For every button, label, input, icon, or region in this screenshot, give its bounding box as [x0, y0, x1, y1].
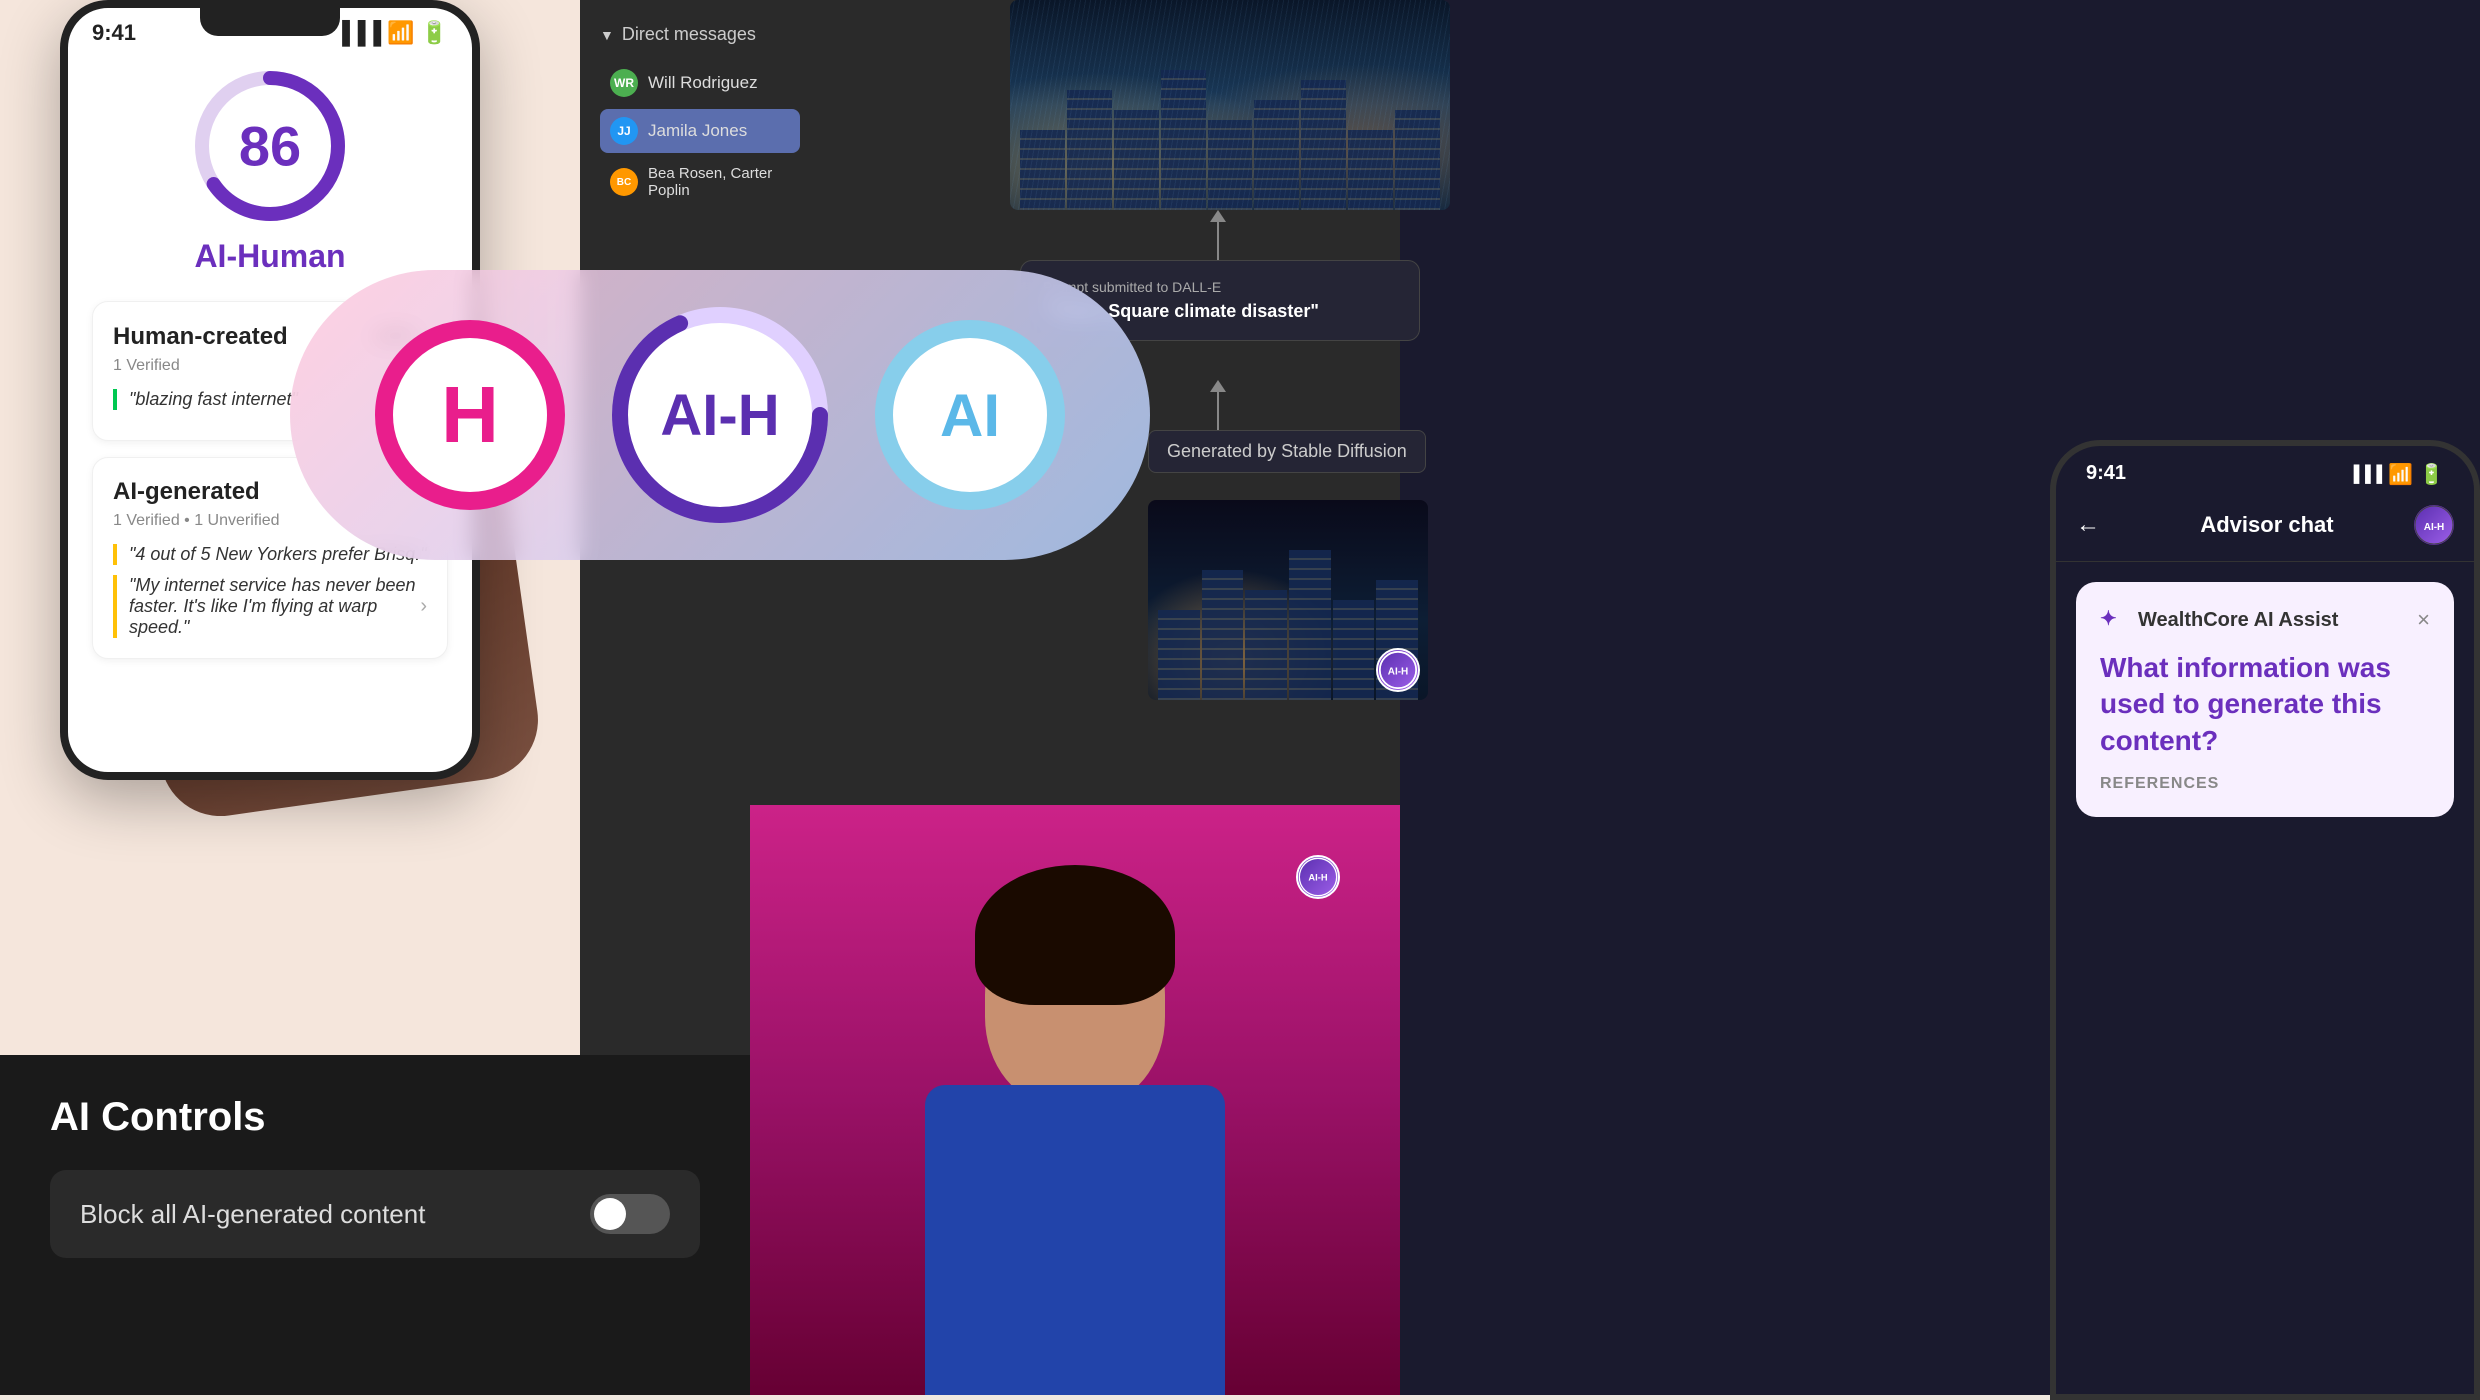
sparkle-icon: ✦ [2100, 606, 2128, 634]
right-battery-icon: 🔋 [2419, 462, 2444, 487]
dm-panel: ▼ Direct messages WR Will Rodriguez JJ J… [580, 0, 820, 220]
arrow-up-icon-2 [1210, 380, 1226, 392]
ai-assist-bubble: ✦ WealthCore AI Assist × What informatio… [2076, 582, 2454, 817]
dm-item-bea-carter[interactable]: BC Bea Rosen, Carter Poplin [600, 157, 800, 207]
ai-assist-header: ✦ WealthCore AI Assist × [2100, 606, 2430, 634]
city-image-content [1010, 0, 1450, 210]
h-icon-circle: H [375, 320, 565, 510]
ai-h-circle: AI-H [625, 320, 815, 510]
ai-controls-title: AI Controls [50, 1095, 700, 1140]
phone-right-status-bar: 9:41 ▐▐▐ 📶 🔋 [2056, 446, 2474, 495]
sd-building-4 [1289, 550, 1331, 700]
phone-notch [200, 8, 340, 36]
ai-h-badge-photo-svg: AI-H [1298, 847, 1338, 907]
ai-assist-name-text: WealthCore AI Assist [2138, 609, 2338, 632]
chat-avatar: AI-H [2414, 505, 2454, 545]
close-bubble-button[interactable]: × [2417, 607, 2430, 633]
score-section: 86 AI-Human [68, 46, 472, 291]
dm-name-jamila: Jamila Jones [648, 121, 747, 141]
toggle-row: Block all AI-generated content [50, 1170, 700, 1258]
right-status-time: 9:41 [2086, 462, 2126, 487]
sd-label-box: Generated by Stable Diffusion [1148, 430, 1426, 473]
woman-jacket [925, 1085, 1225, 1395]
ai-circle: AI [875, 320, 1065, 510]
human-created-title: Human-created [113, 323, 288, 351]
back-button[interactable]: ← [2076, 511, 2100, 539]
avatar-jamila: JJ [610, 117, 638, 145]
score-label: AI-Human [194, 238, 345, 275]
h-label: H [441, 369, 499, 461]
toggle-knob [594, 1198, 626, 1230]
ai-icon-circle: AI [875, 320, 1065, 510]
svg-text:AI-H: AI-H [1308, 872, 1327, 882]
wifi-icon: 📶 [387, 20, 414, 46]
battery-icon: 🔋 [421, 20, 448, 46]
ai-h-badge-sd: AI-H [1376, 648, 1420, 692]
dm-header-label: Direct messages [622, 24, 756, 45]
ai-h-ring-svg [607, 302, 833, 528]
sd-building-1 [1158, 610, 1200, 700]
score-number: 86 [239, 114, 301, 179]
ai-generated-title: AI-generated [113, 478, 260, 506]
chat-title: Advisor chat [2120, 512, 2414, 538]
svg-text:AI-H: AI-H [1388, 667, 1409, 678]
dm-name-will: Will Rodriguez [648, 73, 758, 93]
right-signal-icon: ▐▐▐ [2348, 466, 2382, 484]
chat-avatar-svg: AI-H [2414, 505, 2454, 545]
center-pill-overlay: H AI-H AI [290, 270, 1150, 560]
sd-small-image: AI-H [1148, 500, 1428, 700]
woman-hair [975, 865, 1175, 1005]
h-circle: H [375, 320, 565, 510]
chevron-right-icon[interactable]: › [420, 595, 427, 618]
arrow-up-icon [1210, 210, 1226, 222]
ai-controls-section: AI Controls Block all AI-generated conte… [0, 1055, 750, 1395]
right-status-icons: ▐▐▐ 📶 🔋 [2348, 462, 2444, 487]
triangle-icon: ▼ [600, 27, 614, 43]
signal-icon: ▐▐▐ [334, 20, 381, 46]
woman-photo-area: AI-H [750, 805, 1400, 1395]
sd-building-3 [1245, 590, 1287, 700]
rain-overlay [1010, 0, 1450, 210]
dalle-city-image [1010, 0, 1450, 210]
dalle-prompt-title: Prompt submitted to DALL-E [1043, 279, 1397, 295]
status-time: 9:41 [92, 20, 136, 46]
references-label: REFERENCES [2100, 775, 2430, 793]
avatar-bea: BC [610, 168, 638, 196]
ai-h-icon-circle: AI-H [625, 320, 815, 510]
dm-header: ▼ Direct messages [600, 24, 800, 45]
score-circle: 86 [190, 66, 350, 226]
ai-assist-name-row: ✦ WealthCore AI Assist [2100, 606, 2338, 634]
svg-text:AI-H: AI-H [2424, 522, 2445, 533]
sd-label-text: Generated by Stable Diffusion [1167, 441, 1407, 461]
right-wifi-icon: 📶 [2388, 462, 2413, 487]
sd-building-5 [1333, 600, 1375, 700]
woman-figure: AI-H [750, 805, 1400, 1395]
connector-line-1 [1217, 222, 1219, 262]
toggle-label: Block all AI-generated content [80, 1199, 425, 1230]
ai-quote-2-row: "My internet service has never been fast… [113, 575, 427, 638]
ai-h-badge-svg: AI-H [1378, 648, 1418, 692]
dm-name-bea-carter: Bea Rosen, Carter Poplin [648, 165, 790, 199]
phone-mockup-right: 9:41 ▐▐▐ 📶 🔋 ← Advisor chat AI-H [2050, 440, 2480, 1400]
ai-label: AI [940, 381, 1000, 450]
toggle-switch[interactable] [590, 1194, 670, 1234]
chat-bubble-area: ✦ WealthCore AI Assist × What informatio… [2056, 562, 2474, 857]
phone-right-header: ← Advisor chat AI-H [2056, 495, 2474, 562]
sd-building-2 [1202, 570, 1244, 700]
ai-quote-2: "My internet service has never been fast… [113, 575, 420, 638]
ai-question-text: What information was used to generate th… [2100, 650, 2430, 759]
ai-h-badge-photo: AI-H [1296, 855, 1340, 899]
status-icons: ▐▐▐ 📶 🔋 [334, 20, 448, 46]
dm-item-jamila[interactable]: JJ Jamila Jones [600, 109, 800, 153]
avatar-will: WR [610, 69, 638, 97]
dm-item-will[interactable]: WR Will Rodriguez [600, 61, 800, 105]
